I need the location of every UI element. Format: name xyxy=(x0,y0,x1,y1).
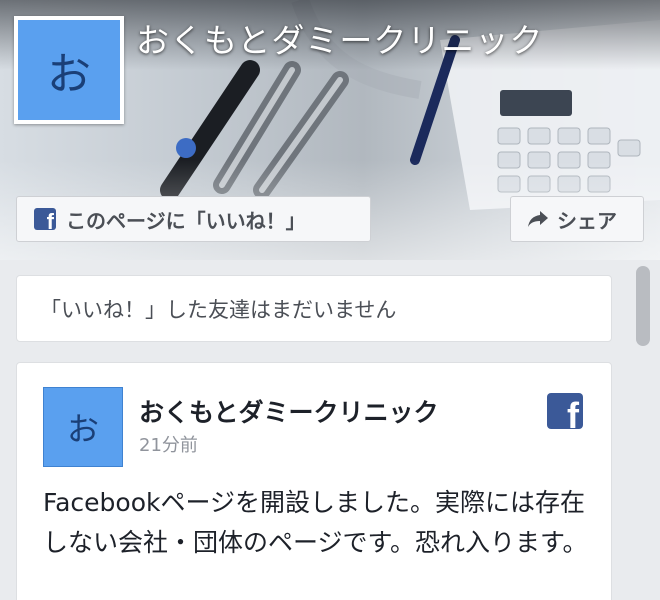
share-button[interactable]: シェア xyxy=(510,196,644,242)
facebook-icon[interactable]: f xyxy=(547,393,583,429)
post-body-text: Facebookページを開設しました。実際には存在しない会社・団体のページです。… xyxy=(43,488,588,557)
scrollbar-thumb[interactable] xyxy=(636,266,650,346)
facebook-icon: f xyxy=(34,208,56,230)
like-page-button[interactable]: f このページに「いいね！」 xyxy=(16,196,371,242)
page-title[interactable]: おくもとダミークリニック xyxy=(136,14,543,62)
post-card: お おくもとダミークリニック 21分前 f Facebookページを開設しました… xyxy=(16,362,612,600)
friends-like-text: 「いいね！」した友達はまだいません xyxy=(40,298,397,322)
profile-avatar-initial: お xyxy=(18,20,120,120)
share-arrow-icon xyxy=(527,210,549,228)
post-author-avatar[interactable]: お xyxy=(43,387,123,467)
page-profile-picture[interactable]: お xyxy=(14,16,124,124)
cover-photo[interactable]: お おくもとダミークリニック f このページに「いいね！」 シェア xyxy=(0,0,660,260)
share-label: シェア xyxy=(557,208,617,233)
post-author-name[interactable]: おくもとダミークリニック xyxy=(139,393,439,429)
like-page-label: このページに「いいね！」 xyxy=(66,208,306,233)
friends-like-card: 「いいね！」した友達はまだいません xyxy=(16,275,612,342)
post-timestamp[interactable]: 21分前 xyxy=(139,431,198,457)
